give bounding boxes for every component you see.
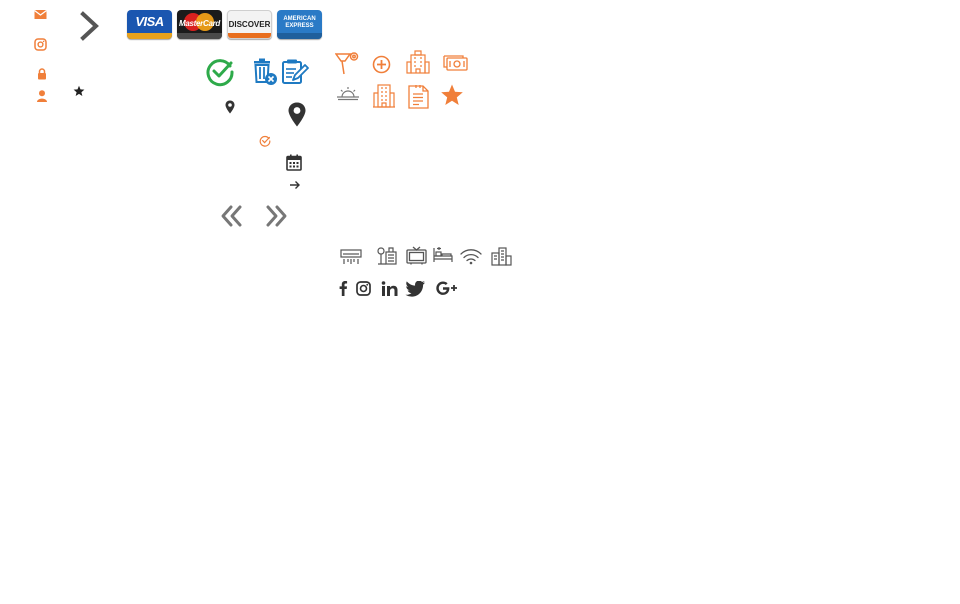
visa-card: VISA — [127, 10, 172, 39]
chevron-right-icon[interactable] — [80, 11, 100, 41]
instagram-icon[interactable] — [34, 38, 47, 51]
bed-icon — [432, 246, 454, 264]
amex-label-line1: AMERICAN — [283, 16, 316, 22]
lock-icon — [37, 68, 47, 80]
money-icon — [443, 53, 468, 73]
facebook-icon[interactable] — [338, 280, 348, 296]
calendar-icon[interactable] — [286, 154, 302, 171]
instagram-social-icon[interactable] — [356, 281, 371, 296]
check-circle-icon — [205, 57, 235, 87]
edit-icon[interactable] — [281, 58, 309, 86]
plus-circle-icon — [372, 55, 391, 74]
visa-label: VISA — [135, 14, 164, 29]
amex-label: AMERICAN EXPRESS — [277, 16, 322, 30]
mastercard-card: MasterCard — [177, 10, 222, 39]
google-plus-icon[interactable] — [436, 281, 458, 296]
mail-icon[interactable] — [34, 9, 47, 20]
amex-card: AMERICAN EXPRESS — [277, 10, 322, 39]
garden-icon — [376, 246, 398, 266]
sunrise-icon — [336, 84, 360, 104]
mastercard-label: MasterCard — [178, 19, 221, 28]
air-conditioner-icon — [340, 248, 362, 266]
city-icon — [490, 246, 512, 266]
twitter-icon[interactable] — [405, 281, 426, 298]
arrow-right-icon[interactable] — [289, 180, 301, 190]
discover-card: DISCOVER — [227, 10, 272, 39]
double-chevron-left-icon[interactable] — [216, 202, 246, 230]
tv-icon — [406, 246, 427, 265]
user-icon — [37, 90, 47, 102]
double-chevron-right-icon[interactable] — [262, 202, 292, 230]
discover-label: DISCOVER — [228, 20, 271, 29]
amex-label-line2: EXPRESS — [285, 23, 314, 29]
building-icon — [372, 84, 396, 108]
map-pin-small-icon — [225, 100, 235, 114]
hairdryer-icon — [335, 51, 360, 76]
check-circle-small-icon — [259, 135, 271, 147]
trash-remove-icon[interactable] — [252, 58, 278, 86]
linkedin-icon[interactable] — [381, 281, 398, 296]
star-filled-icon — [440, 83, 464, 107]
hotel-icon — [406, 50, 430, 74]
star-icon — [73, 85, 85, 97]
wifi-icon — [460, 248, 482, 265]
map-pin-large-icon — [288, 102, 306, 127]
document-icon — [408, 84, 430, 109]
